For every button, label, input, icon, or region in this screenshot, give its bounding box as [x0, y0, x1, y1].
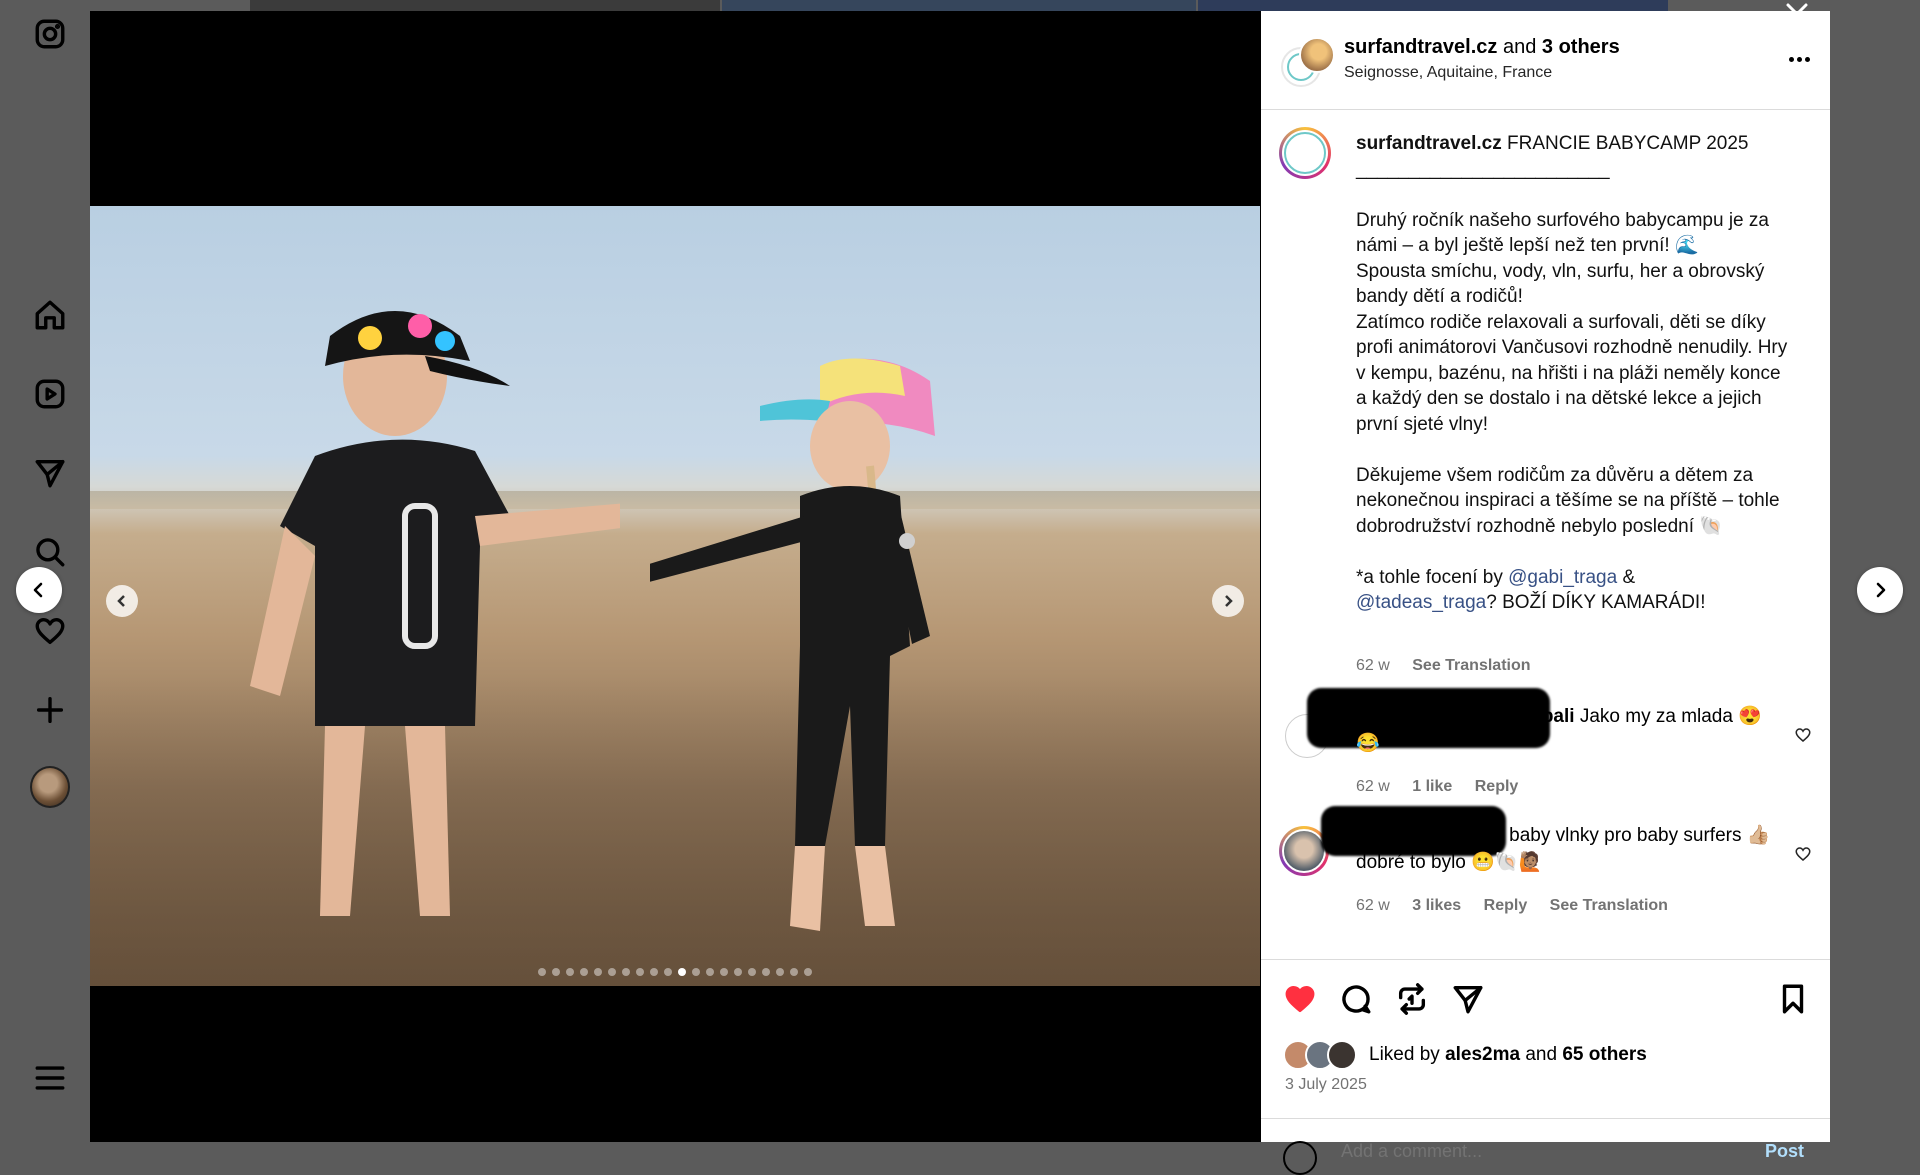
reply-button[interactable]: Reply: [1475, 778, 1519, 795]
more-options-icon[interactable]: [1784, 49, 1814, 69]
post-modal: surfandtravel.cz and 3 others Seignosse,…: [90, 3, 1830, 1175]
author-avatar-stack[interactable]: [1281, 37, 1335, 87]
comments-scroll[interactable]: surfandtravel.cz FRANCIE BABYCAMP 2025 _…: [1261, 110, 1830, 960]
close-icon[interactable]: [1780, 0, 1814, 31]
post-location[interactable]: Seignosse, Aquitaine, France: [1344, 64, 1552, 82]
caption-author-avatar[interactable]: [1279, 127, 1331, 179]
carousel-dot: [664, 968, 672, 976]
carousel-dot: [706, 968, 714, 976]
comment-likes[interactable]: 1 like: [1412, 778, 1452, 795]
carousel-dot: [636, 968, 644, 976]
reels-icon[interactable]: [30, 374, 70, 414]
carousel-dot: [594, 968, 602, 976]
post-actions: Liked by ales2ma and 65 others 3 July 20…: [1261, 959, 1830, 1175]
mention-link[interactable]: @gabi_traga: [1508, 567, 1617, 588]
liker-avatar: [1327, 1040, 1357, 1070]
caption-paragraph-2: Děkujeme všem rodičům za důvěru a dětem …: [1356, 464, 1785, 537]
coauthors-link[interactable]: 3 others: [1542, 36, 1620, 58]
home-icon[interactable]: [30, 295, 70, 335]
carousel-dots: [90, 968, 1260, 976]
caption-title: FRANCIE BABYCAMP 2025: [1507, 133, 1749, 154]
next-post-arrow[interactable]: [1857, 567, 1903, 613]
carousel-dot: [552, 968, 560, 976]
menu-icon[interactable]: [30, 1058, 70, 1098]
liked-by-prefix: Liked by: [1369, 1044, 1440, 1065]
create-icon[interactable]: [30, 690, 70, 730]
carousel-dot: [720, 968, 728, 976]
comment-text: ministryofhappinessbali Jako my za mlada…: [1356, 703, 1776, 757]
liked-by-text: Liked by ales2ma and 65 others: [1369, 1044, 1647, 1066]
liked-by-and: and: [1525, 1044, 1558, 1065]
carousel-dot: [650, 968, 658, 976]
see-translation-button[interactable]: See Translation: [1550, 897, 1668, 914]
comment-meta: 62 w 3 likes Reply See Translation: [1356, 897, 1686, 915]
carousel-dot: [608, 968, 616, 976]
comment-username[interactable]: gabi_traga: [1356, 825, 1452, 846]
media-viewer: [90, 11, 1260, 1142]
carousel-dot: [776, 968, 784, 976]
comment-input[interactable]: Add a comment...: [1341, 1141, 1482, 1162]
repost-icon[interactable]: [1393, 980, 1431, 1018]
comment-text: gabi_traga Jooo, baby vlnky pro baby sur…: [1356, 822, 1776, 876]
caption-meta: 62 w See Translation: [1356, 657, 1549, 675]
liked-by-others[interactable]: 65 others: [1562, 1044, 1646, 1065]
profile-avatar[interactable]: [30, 766, 70, 808]
author-username[interactable]: surfandtravel.cz: [1344, 36, 1497, 58]
post-comment-button[interactable]: Post: [1765, 1141, 1804, 1162]
post-caption: surfandtravel.cz FRANCIE BABYCAMP 2025 _…: [1356, 131, 1796, 616]
authors-and: and: [1502, 36, 1537, 58]
comment-meta: 62 w 1 like Reply: [1356, 778, 1536, 796]
carousel-dot: [790, 968, 798, 976]
post-photo: [90, 206, 1260, 986]
comment-likes[interactable]: 3 likes: [1412, 897, 1461, 914]
caption-age[interactable]: 62 w: [1356, 657, 1390, 674]
post-date[interactable]: 3 July 2025: [1285, 1076, 1367, 1094]
comment-username[interactable]: ministryofhappinessbali: [1356, 706, 1575, 727]
carousel-dot: [762, 968, 770, 976]
photo-boy: [250, 311, 620, 916]
previous-post-arrow[interactable]: [16, 567, 62, 613]
caption-username[interactable]: surfandtravel.cz: [1356, 133, 1502, 154]
carousel-dot: [804, 968, 812, 976]
search-icon[interactable]: [30, 532, 70, 572]
comment-age[interactable]: 62 w: [1356, 897, 1390, 914]
comment-like-icon[interactable]: [1794, 726, 1812, 744]
liked-by-row: Liked by ales2ma and 65 others: [1283, 1040, 1647, 1070]
mention-link[interactable]: @tadeas_traga: [1356, 592, 1486, 613]
caption-credit-mid: &: [1617, 566, 1636, 588]
comment-icon[interactable]: [1337, 980, 1375, 1018]
comment-like-icon[interactable]: [1794, 845, 1812, 863]
carousel-dot: [538, 968, 546, 976]
comment-age[interactable]: 62 w: [1356, 778, 1390, 795]
carousel-dot: [622, 968, 630, 976]
emoji-icon[interactable]: [1283, 1141, 1317, 1175]
carousel-dot: [678, 968, 686, 976]
caption-credit-suffix: ? BOŽÍ DÍKY KAMARÁDI!: [1486, 592, 1706, 613]
post-header: surfandtravel.cz and 3 others Seignosse,…: [1261, 11, 1830, 110]
photo-prev-arrow[interactable]: [106, 585, 138, 617]
add-comment-bar: Add a comment... Post: [1261, 1118, 1830, 1175]
caption-credit-prefix: *a tohle focení by: [1356, 566, 1509, 588]
reply-button[interactable]: Reply: [1484, 897, 1528, 914]
carousel-dot: [748, 968, 756, 976]
liked-by-user[interactable]: ales2ma: [1445, 1044, 1520, 1065]
like-icon[interactable]: [1281, 980, 1319, 1018]
save-icon[interactable]: [1774, 980, 1812, 1018]
post-authors: surfandtravel.cz and 3 others: [1344, 36, 1620, 59]
post-side-panel: surfandtravel.cz and 3 others Seignosse,…: [1261, 11, 1830, 1175]
photo-girl: [650, 358, 935, 931]
instagram-icon[interactable]: [30, 14, 70, 54]
carousel-dot: [692, 968, 700, 976]
caption-paragraph-1: Druhý ročník našeho surfového babycampu …: [1356, 209, 1788, 435]
carousel-dot: [734, 968, 742, 976]
photo-next-arrow[interactable]: [1212, 585, 1244, 617]
direct-icon[interactable]: [30, 453, 70, 493]
carousel-dot: [566, 968, 574, 976]
share-icon[interactable]: [1449, 980, 1487, 1018]
see-translation-button[interactable]: See Translation: [1412, 657, 1530, 674]
carousel-dot: [580, 968, 588, 976]
notifications-icon[interactable]: [30, 611, 70, 651]
caption-divider: ________________________: [1356, 158, 1610, 180]
